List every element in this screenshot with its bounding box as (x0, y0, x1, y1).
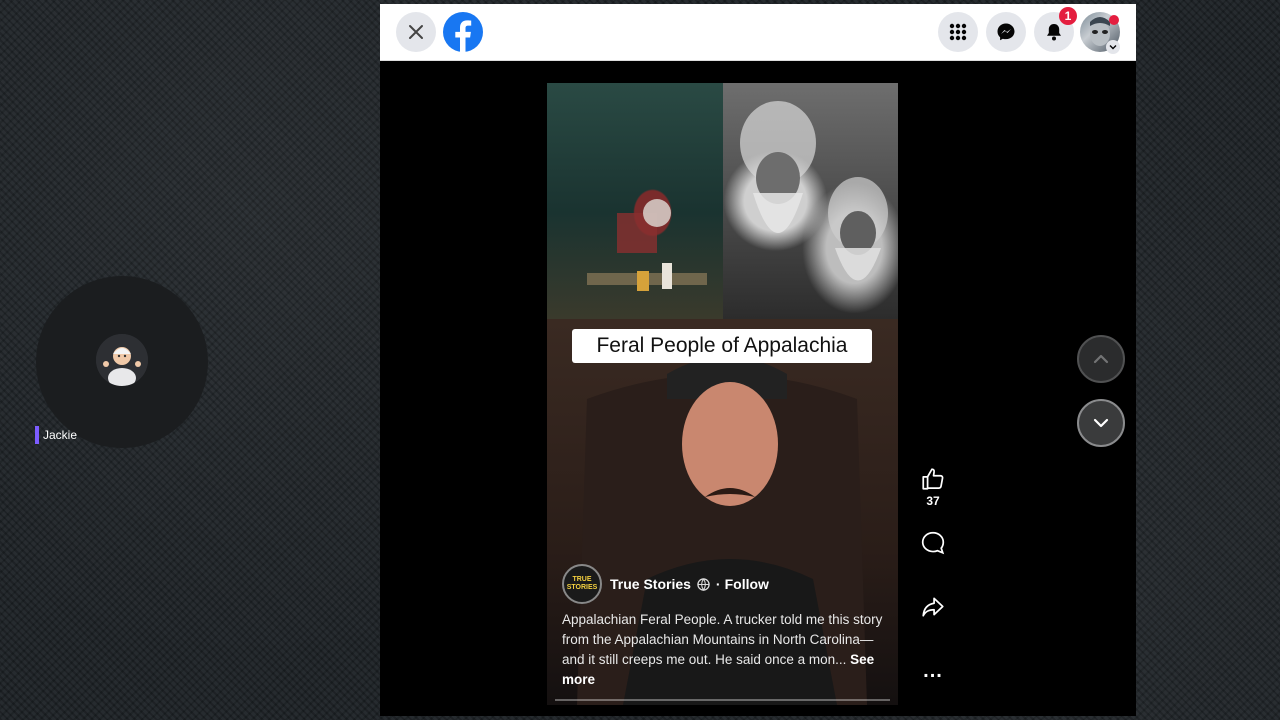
author-name[interactable]: True Stories (610, 576, 691, 592)
video-frame-kitchen (547, 83, 723, 319)
separator-dot: · (715, 576, 721, 592)
close-icon (409, 25, 423, 39)
notification-badge: 1 (1059, 7, 1077, 25)
more-options-button[interactable]: ... (913, 660, 953, 683)
chevron-down-icon (1093, 418, 1109, 428)
video-title-overlay: Feral People of Appalachia (572, 329, 872, 363)
like-button[interactable]: 37 (913, 466, 953, 508)
facebook-logo-icon[interactable] (443, 12, 483, 52)
author-row: TRUE STORIES True Stories · Follow (562, 564, 769, 604)
like-icon (922, 468, 944, 490)
comment-button[interactable] (913, 530, 953, 556)
video-description: Appalachian Feral People. A trucker told… (562, 610, 888, 690)
more-icon: ... (923, 660, 943, 682)
name-tag-accent (35, 426, 39, 444)
globe-icon (697, 577, 710, 591)
video-frame-bearded-men (723, 83, 898, 319)
close-button[interactable] (396, 12, 436, 52)
description-text: Appalachian Feral People. A trucker told… (562, 612, 883, 667)
previous-reel-button[interactable] (1077, 335, 1125, 383)
top-bar: 1 (380, 4, 1136, 61)
participant-tile (36, 276, 208, 448)
chevron-down-icon (1109, 45, 1117, 50)
next-reel-button[interactable] (1077, 399, 1125, 447)
account-menu-button[interactable] (1106, 40, 1120, 54)
messenger-button[interactable] (986, 12, 1026, 52)
author-avatar[interactable]: TRUE STORIES (562, 564, 602, 604)
participant-avatar (96, 334, 148, 386)
reel-video[interactable]: Feral People of Appalachia TRUE STORIES T… (547, 83, 898, 705)
like-count: 37 (926, 494, 940, 508)
share-button[interactable] (913, 594, 953, 620)
menu-grid-icon (949, 23, 967, 41)
messenger-icon (997, 23, 1015, 41)
video-progress-bar[interactable] (555, 699, 890, 701)
facebook-reel-viewer: 1 Feral People of Appalachia TRUE STORIE… (380, 4, 1136, 716)
participant-name-tag: Jackie (35, 426, 77, 444)
author-avatar-text: TRUE STORIES (566, 576, 598, 591)
menu-button[interactable] (938, 12, 978, 52)
chevron-up-icon (1093, 354, 1109, 364)
participant-name: Jackie (43, 428, 78, 442)
profile-status-dot (1109, 15, 1119, 25)
follow-button[interactable]: Follow (725, 576, 769, 592)
share-icon (922, 597, 944, 617)
bell-icon (1047, 24, 1061, 41)
memoji-icon (96, 334, 148, 386)
comment-icon (921, 531, 945, 555)
